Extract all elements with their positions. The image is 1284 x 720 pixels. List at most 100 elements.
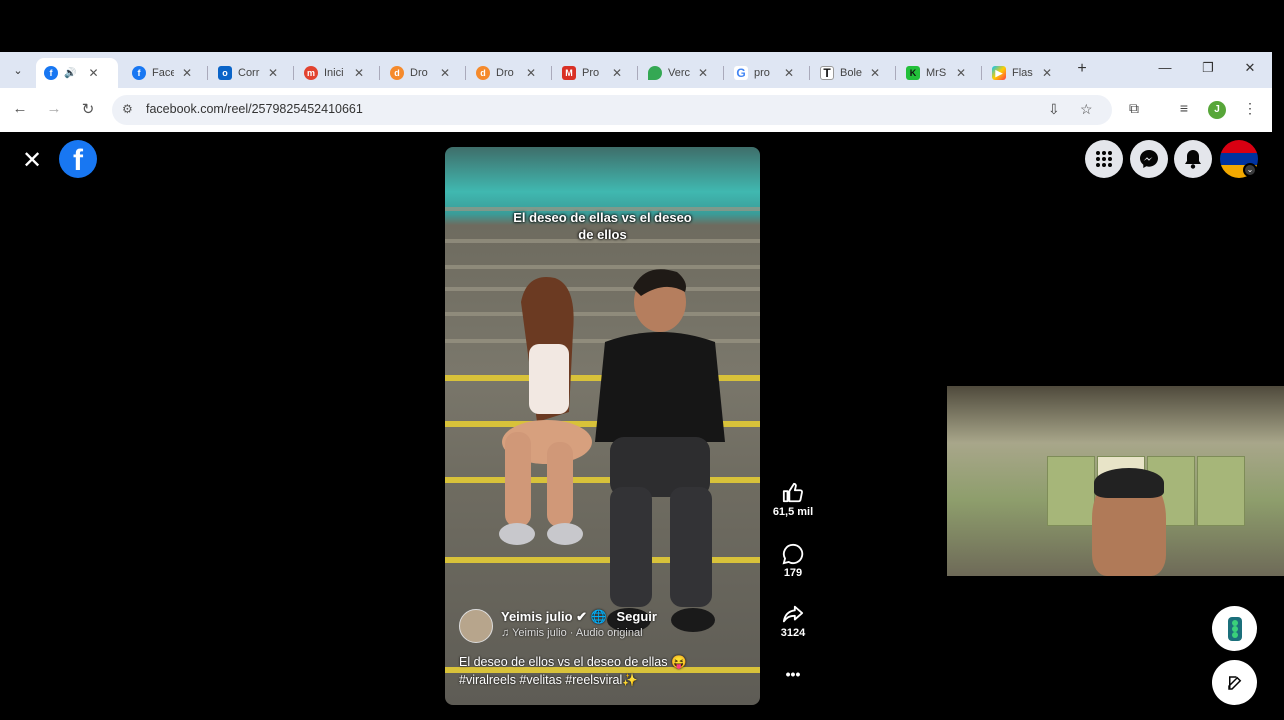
tab-search-button[interactable]: ⌄ xyxy=(6,60,30,80)
speaker-icon: 🔊 xyxy=(64,67,77,79)
tab-title: Bole xyxy=(840,67,862,79)
kitchen-cabinet xyxy=(1047,456,1095,526)
comment-icon[interactable] xyxy=(768,543,818,567)
hashtags[interactable]: #viralreels #velitas #reelsviral✨ xyxy=(459,671,749,689)
tab-separator xyxy=(551,66,552,80)
video-caption-overlay: El deseo de ellas vs el deseo de ellos xyxy=(445,209,760,243)
browser-toolbar: ← → ↻ ⚙ facebook.com/reel/25798254524106… xyxy=(0,88,1272,132)
compose-edit-icon[interactable] xyxy=(1212,660,1257,705)
close-tab-icon[interactable]: ✕ xyxy=(698,66,708,80)
tab-separator xyxy=(981,66,982,80)
more-icon[interactable]: ••• xyxy=(786,666,801,682)
description-line: El deseo de ellos vs el deseo de ellas 😝 xyxy=(459,655,687,669)
close-tab-icon[interactable]: ✕ xyxy=(612,66,622,80)
forward-arrow-icon[interactable]: → xyxy=(44,100,64,117)
tab-strip: ⌄ f 🔊 ✕ f Face ✕ o Corr ✕ m Inici ✕ d Dr… xyxy=(0,52,1272,88)
new-tab-button[interactable]: + xyxy=(1072,60,1092,78)
reel-author: Yeimis julio ✔ 🌐 Seguir ♫ Yeimis julio ·… xyxy=(459,607,749,647)
t-icon: T xyxy=(820,66,834,80)
tab-separator xyxy=(637,66,638,80)
close-tab-icon[interactable]: ✕ xyxy=(88,66,98,80)
tab-dropi-1[interactable]: d Dro ✕ xyxy=(382,58,462,88)
address-bar[interactable]: ⚙ facebook.com/reel/2579825452410661 ⇩ ☆ xyxy=(112,95,1112,125)
reel-video[interactable]: El deseo de ellas vs el deseo de ellos Y… xyxy=(445,147,760,705)
tab-google[interactable]: G pro ✕ xyxy=(726,58,806,88)
outlook-icon: o xyxy=(218,66,232,80)
restore-button[interactable]: ❐ xyxy=(1198,60,1218,76)
tab-mrs[interactable]: K MrS ✕ xyxy=(898,58,978,88)
tab-title: Inici xyxy=(324,67,344,79)
close-window-button[interactable]: ✕ xyxy=(1240,60,1260,76)
play-icon: ▶ xyxy=(992,66,1006,80)
dropi-icon: d xyxy=(476,66,490,80)
follow-button[interactable]: Seguir xyxy=(617,609,657,624)
close-tab-icon[interactable]: ✕ xyxy=(182,66,192,80)
share-action[interactable]: 3124 xyxy=(768,603,818,639)
more-options-button[interactable]: ••• xyxy=(768,666,818,682)
tab-facebook-reel[interactable]: f 🔊 ✕ xyxy=(36,58,118,88)
tab-separator xyxy=(895,66,896,80)
screen-top-bar xyxy=(0,0,1284,52)
menu-grid-icon[interactable] xyxy=(1085,140,1123,178)
comment-action[interactable]: 179 xyxy=(768,543,818,579)
url-text[interactable]: facebook.com/reel/2579825452410661 xyxy=(146,102,363,116)
tab-title: Pro xyxy=(582,67,600,79)
media-control-icon[interactable]: ≡ xyxy=(1174,100,1194,116)
close-tab-icon[interactable]: ✕ xyxy=(354,66,364,80)
man-figure xyxy=(595,269,725,632)
install-app-icon[interactable]: ⇩ xyxy=(1048,101,1060,118)
reel-description: El deseo de ellos vs el deseo de ellas 😝… xyxy=(459,653,749,689)
tab-gmail[interactable]: M Pro ✕ xyxy=(554,58,634,88)
traffic-light-app-icon[interactable] xyxy=(1212,606,1257,651)
author-avatar[interactable] xyxy=(459,609,493,643)
author-name[interactable]: Yeimis julio xyxy=(501,609,573,624)
facebook-icon: f xyxy=(44,66,58,80)
tab-inicio[interactable]: m Inici ✕ xyxy=(296,58,376,88)
tab-boletin[interactable]: T Bole ✕ xyxy=(812,58,892,88)
share-arrow-icon[interactable] xyxy=(768,603,818,627)
menu-kebab-icon[interactable]: ⋮ xyxy=(1240,100,1260,117)
facebook-icon: f xyxy=(132,66,146,80)
facebook-logo[interactable]: f xyxy=(59,140,97,178)
tab-facebook[interactable]: f Face ✕ xyxy=(124,58,204,88)
like-action[interactable]: 61,5 mil xyxy=(768,482,818,518)
profile-avatar[interactable]: J xyxy=(1208,101,1226,119)
close-tab-icon[interactable]: ✕ xyxy=(870,66,880,80)
tab-outlook[interactable]: o Corr ✕ xyxy=(210,58,290,88)
site-info-icon[interactable]: ⚙ xyxy=(122,102,133,116)
tab-separator xyxy=(723,66,724,80)
webcam-overlay xyxy=(947,386,1284,576)
chevron-down-icon[interactable]: ⌄ xyxy=(1243,163,1257,177)
close-tab-icon[interactable]: ✕ xyxy=(784,66,794,80)
extensions-icon[interactable]: ⧉ xyxy=(1124,100,1144,117)
audio-link[interactable]: ♫ Yeimis julio · Audio original xyxy=(501,627,643,639)
back-arrow-icon[interactable]: ← xyxy=(10,100,30,117)
close-tab-icon[interactable]: ✕ xyxy=(440,66,450,80)
tab-title: MrS xyxy=(926,67,947,79)
messenger-icon[interactable] xyxy=(1130,140,1168,178)
browser-chrome: ⌄ f 🔊 ✕ f Face ✕ o Corr ✕ m Inici ✕ d Dr… xyxy=(0,52,1272,132)
close-tab-icon[interactable]: ✕ xyxy=(1042,66,1052,80)
maps-icon xyxy=(648,66,662,80)
tab-maps[interactable]: Verc ✕ xyxy=(640,58,720,88)
close-reel-icon[interactable]: ✕ xyxy=(22,146,42,175)
person-hair xyxy=(1094,468,1164,498)
reload-icon[interactable]: ↻ xyxy=(78,100,98,118)
minimize-button[interactable]: — xyxy=(1155,60,1175,75)
tab-separator xyxy=(207,66,208,80)
tab-title: Dro xyxy=(496,67,514,79)
tab-title: Flas xyxy=(1012,67,1033,79)
k-icon: K xyxy=(906,66,920,80)
close-tab-icon[interactable]: ✕ xyxy=(268,66,278,80)
google-icon: G xyxy=(734,66,748,80)
notifications-bell-icon[interactable] xyxy=(1174,140,1212,178)
dropi-icon: d xyxy=(390,66,404,80)
tab-dropi-2[interactable]: d Dro ✕ xyxy=(468,58,548,88)
tab-separator xyxy=(465,66,466,80)
bookmark-star-icon[interactable]: ☆ xyxy=(1080,101,1093,118)
close-tab-icon[interactable]: ✕ xyxy=(526,66,536,80)
thumbs-up-icon[interactable] xyxy=(768,482,818,506)
tab-flash[interactable]: ▶ Flas ✕ xyxy=(984,58,1064,88)
caption-line: de ellos xyxy=(578,227,627,242)
close-tab-icon[interactable]: ✕ xyxy=(956,66,966,80)
